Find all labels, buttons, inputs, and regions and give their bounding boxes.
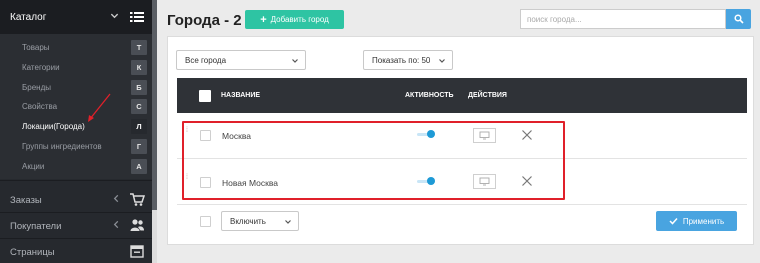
chevron-left-icon bbox=[112, 194, 120, 206]
column-header-actions: ДЕЙСТВИЯ bbox=[468, 92, 507, 99]
bulk-action-select[interactable]: Включить bbox=[221, 211, 299, 231]
sidebar-item-categories[interactable]: Категории bbox=[22, 63, 60, 72]
sidebar-letter-badge[interactable]: Т bbox=[131, 40, 147, 55]
page-title: Города - 2 bbox=[167, 12, 242, 29]
sidebar-divider bbox=[0, 180, 152, 181]
sidebar-letter-badge[interactable]: А bbox=[131, 159, 147, 174]
sidebar-catalog-header[interactable]: Каталог bbox=[0, 0, 152, 34]
chevron-down-icon bbox=[291, 57, 299, 67]
sidebar-item-customers[interactable]: Покупатели bbox=[10, 221, 61, 232]
sidebar: Каталог Товары Т Категории К Бренды Б Св… bbox=[0, 0, 157, 263]
sidebar-letter-badge[interactable]: С bbox=[131, 99, 147, 114]
sidebar-item-products[interactable]: Товары bbox=[22, 43, 50, 52]
sidebar-item-ingredient-groups[interactable]: Группы ингредиентов bbox=[22, 142, 102, 151]
bulk-action-value: Включить bbox=[230, 216, 266, 226]
apply-button-label: Применить bbox=[682, 216, 725, 226]
highlight-annotation bbox=[182, 121, 565, 200]
search-input[interactable] bbox=[520, 9, 726, 29]
cart-icon[interactable] bbox=[128, 190, 146, 208]
search-icon bbox=[733, 14, 744, 24]
row-divider bbox=[177, 204, 747, 205]
search-button[interactable] bbox=[726, 9, 751, 29]
chevron-down-icon bbox=[438, 57, 446, 67]
column-header-active[interactable]: АКТИВНОСТЬ bbox=[405, 92, 454, 99]
sidebar-item-locations[interactable]: Локации(Города) bbox=[22, 122, 85, 131]
sidebar-letter-badge[interactable]: Г bbox=[131, 139, 147, 154]
sidebar-divider bbox=[0, 212, 152, 213]
table-header: НАЗВАНИЕ АКТИВНОСТЬ ДЕЙСТВИЯ bbox=[177, 78, 747, 113]
chevron-down-icon bbox=[110, 11, 119, 23]
sidebar-letter-badge[interactable]: Л bbox=[131, 119, 147, 134]
add-city-button-label: Добавить город bbox=[270, 15, 329, 24]
check-icon bbox=[669, 217, 678, 225]
chevron-left-icon bbox=[112, 220, 120, 232]
list-icon[interactable] bbox=[128, 8, 146, 26]
city-filter-value: Все города bbox=[185, 55, 227, 65]
select-all-checkbox[interactable] bbox=[199, 90, 211, 102]
sidebar-item-pages[interactable]: Страницы bbox=[10, 247, 55, 258]
column-header-name[interactable]: НАЗВАНИЕ bbox=[221, 92, 260, 99]
sidebar-letter-badge[interactable]: К bbox=[131, 60, 147, 75]
annotation-arrow-icon bbox=[88, 93, 111, 122]
add-city-button[interactable]: + Добавить город bbox=[245, 10, 344, 29]
sidebar-letter-badge[interactable]: Б bbox=[131, 80, 147, 95]
city-filter-select[interactable]: Все города bbox=[176, 50, 306, 70]
users-icon[interactable] bbox=[128, 216, 146, 234]
sidebar-section-title: Каталог bbox=[10, 12, 47, 23]
plus-icon: + bbox=[260, 13, 267, 26]
sidebar-item-promotions[interactable]: Акции bbox=[22, 162, 44, 171]
sidebar-item-properties[interactable]: Свойства bbox=[22, 102, 57, 111]
footer-select-all-checkbox[interactable] bbox=[200, 216, 211, 227]
chevron-down-icon bbox=[284, 218, 292, 228]
sidebar-item-orders[interactable]: Заказы bbox=[10, 195, 42, 206]
per-page-value: Показать по: 50 bbox=[372, 55, 431, 65]
apply-button[interactable]: Применить bbox=[656, 211, 737, 231]
per-page-select[interactable]: Показать по: 50 bbox=[363, 50, 453, 70]
sidebar-scrollbar-thumb[interactable] bbox=[152, 0, 157, 210]
sidebar-divider bbox=[0, 238, 152, 239]
calendar-icon[interactable] bbox=[128, 242, 146, 260]
sidebar-item-brands[interactable]: Бренды bbox=[22, 83, 51, 92]
